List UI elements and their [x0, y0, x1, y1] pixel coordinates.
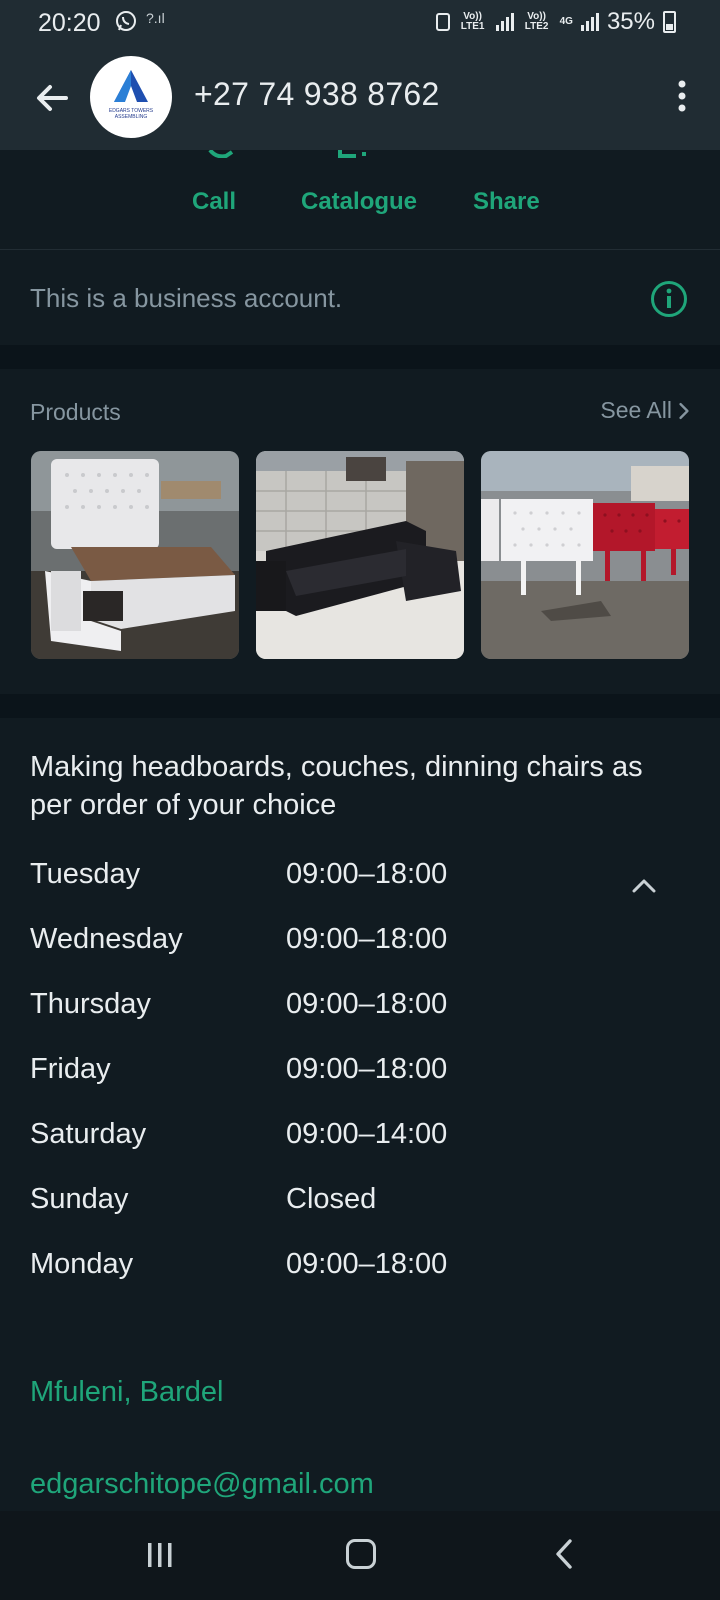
couch-image [256, 451, 464, 659]
hours-day: Wednesday [30, 923, 183, 955]
nav-back-icon[interactable] [552, 1537, 576, 1571]
product-thumbnail-couch[interactable] [256, 451, 464, 659]
app-header: EDGARS TOWERS ASSEMBLING +27 74 938 8762 [0, 46, 720, 150]
system-nav-bar [0, 1511, 720, 1600]
call-button[interactable]: Call [192, 188, 236, 216]
catalogue-button[interactable]: Catalogue [301, 188, 417, 216]
status-time: 20:20 [38, 9, 101, 37]
hours-row: Wednesday 09:00–18:00 [30, 923, 670, 963]
call-icon [208, 150, 234, 158]
home-icon[interactable] [346, 1539, 376, 1569]
business-account-row[interactable]: This is a business account. [0, 251, 720, 345]
hours-time: 09:00–18:00 [286, 923, 448, 955]
status-bar: 20:20 ?.ıl Vo)) LTE1 Vo)) LTE2 4G 35% [0, 0, 720, 46]
signal-icon [495, 13, 514, 31]
business-description: Making headboards, couches, dinning chai… [30, 751, 643, 821]
section-divider [0, 694, 720, 718]
hours-time: 09:00–14:00 [286, 1118, 448, 1150]
chevron-right-icon [679, 402, 689, 419]
hours-row: Friday 09:00–18:00 [30, 1053, 670, 1093]
business-account-text: This is a business account. [30, 283, 343, 313]
hours-day: Thursday [30, 988, 151, 1020]
share-button[interactable]: Share [473, 188, 540, 216]
section-divider [0, 345, 720, 369]
battery-icon [663, 11, 676, 33]
contact-title[interactable]: +27 74 938 8762 [194, 76, 440, 113]
avatar[interactable]: EDGARS TOWERS ASSEMBLING [90, 56, 172, 138]
logo-icon [96, 70, 166, 110]
more-options-icon[interactable] [672, 76, 692, 116]
products-label: Products [30, 399, 121, 425]
hours-row: Sunday Closed [30, 1183, 670, 1223]
info-icon[interactable] [650, 280, 688, 318]
hours-time: 09:00–18:00 [286, 858, 448, 890]
signal-icon [580, 13, 599, 31]
catalogue-icon [338, 150, 366, 158]
hours-row: Saturday 09:00–14:00 [30, 1118, 670, 1158]
hours-day: Monday [30, 1248, 134, 1280]
hours-day: Saturday [30, 1118, 147, 1150]
battery-saver-icon [435, 13, 450, 31]
product-thumbnail-bed[interactable] [31, 451, 239, 659]
business-email[interactable]: edgarschitope@gmail.com [30, 1468, 374, 1501]
sim1-label: Vo)) LTE1 [460, 11, 485, 32]
whatsapp-icon [116, 11, 136, 31]
hours-row: Thursday 09:00–18:00 [30, 988, 670, 1028]
battery-percent: 35% [606, 8, 655, 35]
network-type: 4G [559, 16, 573, 27]
hours-day: Sunday [30, 1183, 129, 1215]
bed-image [31, 451, 239, 659]
action-strip: Call Catalogue Share [0, 150, 720, 250]
hours-time: 09:00–18:00 [286, 1053, 448, 1085]
recent-apps-icon[interactable] [146, 1541, 174, 1569]
chevron-up-icon[interactable] [630, 876, 658, 896]
business-location[interactable]: Mfuleni, Bardel [30, 1376, 223, 1409]
status-right: Vo)) LTE1 Vo)) LTE2 4G 35% [435, 8, 676, 36]
hours-row: Monday 09:00–18:00 [30, 1248, 670, 1288]
product-thumbnail-headboards[interactable] [481, 451, 689, 659]
hours-row: Tuesday 09:00–18:00 [30, 858, 670, 898]
products-section: Products See All [0, 369, 720, 694]
see-all-button[interactable]: See All [600, 397, 690, 424]
hours-day: Tuesday [30, 858, 141, 890]
avatar-text: EDGARS TOWERS ASSEMBLING [108, 108, 154, 120]
see-all-label: See All [600, 397, 672, 423]
hours-time: Closed [286, 1183, 377, 1215]
business-details: Making headboards, couches, dinning chai… [0, 718, 720, 1511]
hours-time: 09:00–18:00 [286, 988, 448, 1020]
hours-time: 09:00–18:00 [286, 1248, 448, 1280]
headboards-image [481, 451, 689, 659]
back-arrow-icon[interactable] [30, 76, 74, 120]
hours-day: Friday [30, 1053, 111, 1085]
no-signal-icon: ?.ıl [146, 10, 165, 26]
sim2-label: Vo)) LTE2 [524, 11, 549, 32]
